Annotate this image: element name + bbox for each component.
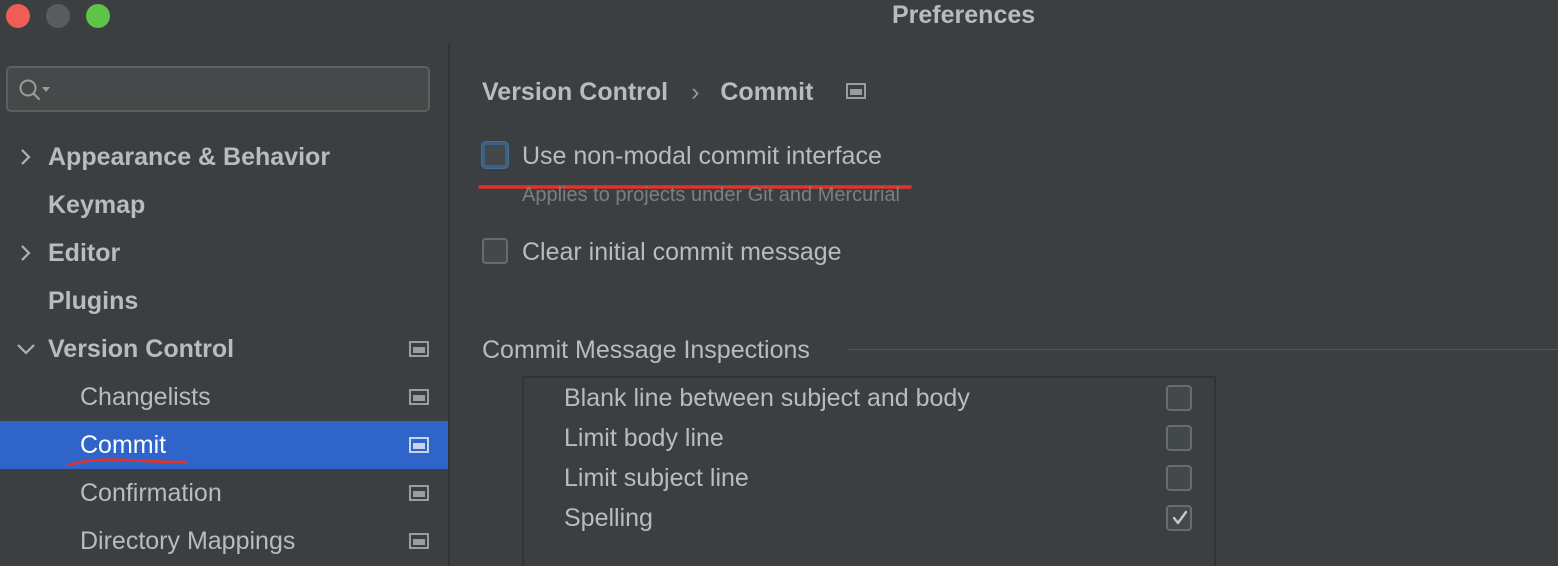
- chevron-right-icon[interactable]: [14, 243, 38, 263]
- sidebar-item-directory-mappings[interactable]: Directory Mappings: [0, 517, 448, 565]
- sidebar-item-appearance-behavior[interactable]: Appearance & Behavior: [0, 133, 448, 181]
- sidebar-item-editor[interactable]: Editor: [0, 229, 448, 277]
- inspection-checkbox[interactable]: [1166, 505, 1192, 531]
- checkmark-icon: [1172, 510, 1188, 525]
- settings-content-panel: Version Control › Commit Use non-modal c…: [450, 44, 1558, 566]
- breadcrumb-separator: ›: [691, 78, 700, 107]
- inspections-list: Blank line between subject and body Limi…: [522, 376, 1216, 566]
- sidebar-item-version-control[interactable]: Version Control: [0, 325, 448, 373]
- section-separator: [848, 349, 1558, 350]
- settings-search-input[interactable]: [6, 66, 430, 112]
- sidebar-item-commit[interactable]: Commit: [0, 421, 448, 469]
- project-settings-icon: [409, 533, 429, 549]
- inspection-checkbox[interactable]: [1166, 465, 1192, 491]
- sidebar-item-label: Appearance & Behavior: [48, 143, 331, 171]
- inspections-section-title: Commit Message Inspections: [482, 336, 810, 364]
- sidebar-item-label: Editor: [48, 239, 121, 267]
- option-label: Clear initial commit message: [522, 238, 842, 266]
- option-hint: Applies to projects under Git and Mercur…: [522, 184, 900, 206]
- project-settings-icon: [409, 485, 429, 501]
- sidebar-item-label: Version Control: [48, 335, 235, 363]
- inspection-label: Limit subject line: [564, 464, 749, 492]
- inspection-row[interactable]: Limit body line: [524, 418, 1214, 458]
- sidebar-item-label: Plugins: [48, 287, 139, 315]
- project-settings-icon: [409, 341, 429, 357]
- breadcrumb-current: Commit: [720, 78, 814, 107]
- option-label: Use non-modal commit interface: [522, 142, 882, 170]
- clear-initial-message-checkbox[interactable]: [482, 238, 508, 264]
- sidebar-item-changelists[interactable]: Changelists: [0, 373, 448, 421]
- project-settings-icon: [409, 389, 429, 405]
- sidebar-item-label: Changelists: [80, 383, 211, 411]
- sidebar-item-label: Keymap: [48, 191, 146, 219]
- sidebar-item-keymap[interactable]: Keymap: [0, 181, 448, 229]
- inspection-label: Spelling: [564, 504, 653, 532]
- search-icon: [19, 79, 50, 101]
- project-settings-icon: [846, 83, 867, 99]
- window-title: Preferences: [892, 1, 1036, 29]
- minimize-window-button[interactable]: [46, 4, 70, 28]
- chevron-right-icon[interactable]: [14, 147, 38, 167]
- inspection-label: Blank line between subject and body: [564, 384, 970, 412]
- inspection-row[interactable]: Blank line between subject and body: [524, 378, 1214, 418]
- inspection-checkbox[interactable]: [1166, 425, 1192, 451]
- annotation-underline: [66, 458, 188, 467]
- sidebar-item-plugins[interactable]: Plugins: [0, 277, 448, 325]
- breadcrumb: Version Control › Commit: [482, 72, 867, 111]
- inspection-label: Limit body line: [564, 424, 724, 452]
- sidebar-item-confirmation[interactable]: Confirmation: [0, 469, 448, 517]
- chevron-down-icon[interactable]: [14, 339, 38, 359]
- title-bar: Preferences: [0, 0, 1558, 34]
- inspection-row[interactable]: Spelling: [524, 498, 1214, 538]
- inspection-checkbox[interactable]: [1166, 385, 1192, 411]
- maximize-window-button[interactable]: [86, 4, 110, 28]
- project-settings-icon: [409, 437, 429, 453]
- preferences-window: Preferences Appearance & Behavior Keymap…: [0, 0, 1558, 566]
- sidebar-item-label: Confirmation: [80, 479, 222, 507]
- non-modal-commit-checkbox[interactable]: [482, 142, 508, 168]
- close-window-button[interactable]: [6, 4, 30, 28]
- sidebar-item-label: Directory Mappings: [80, 527, 296, 555]
- breadcrumb-parent[interactable]: Version Control: [482, 73, 668, 111]
- inspection-row[interactable]: Limit subject line: [524, 458, 1214, 498]
- settings-sidebar: Appearance & Behavior Keymap Editor Plug…: [0, 44, 448, 566]
